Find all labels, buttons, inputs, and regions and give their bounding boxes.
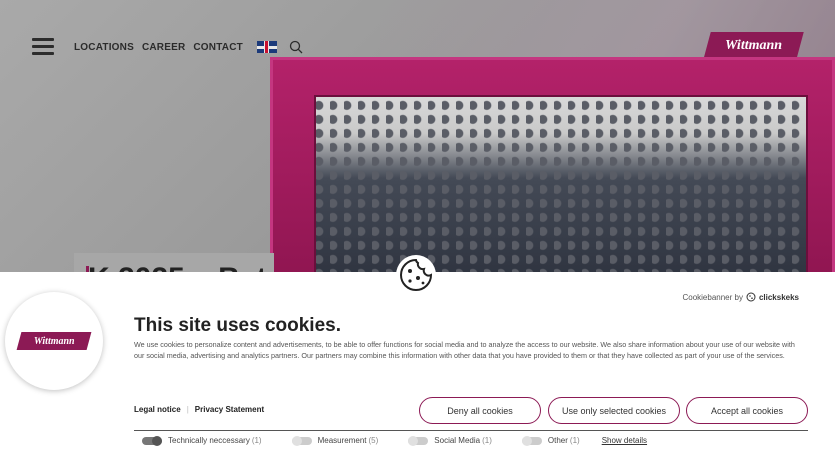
nav-link-career[interactable]: CAREER (142, 42, 185, 53)
link-separator: | (186, 405, 189, 414)
cookie-banner-title: This site uses cookies. (134, 315, 341, 336)
menu-icon[interactable] (32, 38, 54, 55)
toggle-technically-necessary[interactable]: Technically neccessary (1) (134, 435, 262, 446)
toggle-measurement[interactable]: Measurement (5) (284, 435, 378, 446)
show-details-link[interactable]: Show details (602, 436, 647, 445)
deny-all-button[interactable]: Deny all cookies (419, 397, 541, 424)
toggle-switch[interactable] (408, 435, 429, 446)
toggle-other[interactable]: Other (1) (514, 435, 580, 446)
cookie-banner-description: We use cookies to personalize content an… (134, 340, 795, 360)
legal-notice-link[interactable]: Legal notice (134, 405, 181, 414)
nav-link-locations[interactable]: LOCATIONS (74, 42, 134, 53)
cookie-icon (396, 255, 436, 295)
cookie-category-toggles: Technically neccessary (1) Measurement (… (134, 430, 808, 446)
top-navigation: LOCATIONS CAREER CONTACT (74, 40, 303, 54)
toggle-social-media[interactable]: Social Media (1) (400, 435, 492, 446)
hero-group-photo (314, 95, 808, 279)
wittmann-logo[interactable]: Wittmann (703, 32, 804, 60)
search-icon[interactable] (289, 40, 303, 54)
brand-badge: Wittmann (5, 292, 103, 390)
uk-flag-icon[interactable] (256, 41, 277, 53)
nav-link-contact[interactable]: CONTACT (193, 42, 243, 53)
legal-links: Legal notice | Privacy Statement (134, 405, 264, 414)
toggle-switch[interactable] (521, 435, 542, 446)
powered-by[interactable]: Cookiebanner by clickskeks (682, 292, 799, 302)
wittmann-banner-logo: Wittmann (16, 332, 92, 350)
accept-all-button[interactable]: Accept all cookies (686, 397, 808, 424)
clickskeks-icon (746, 292, 756, 302)
use-selected-button[interactable]: Use only selected cookies (548, 397, 680, 424)
privacy-statement-link[interactable]: Privacy Statement (195, 405, 264, 414)
toggle-switch[interactable] (142, 435, 162, 446)
toggle-switch[interactable] (291, 435, 312, 446)
